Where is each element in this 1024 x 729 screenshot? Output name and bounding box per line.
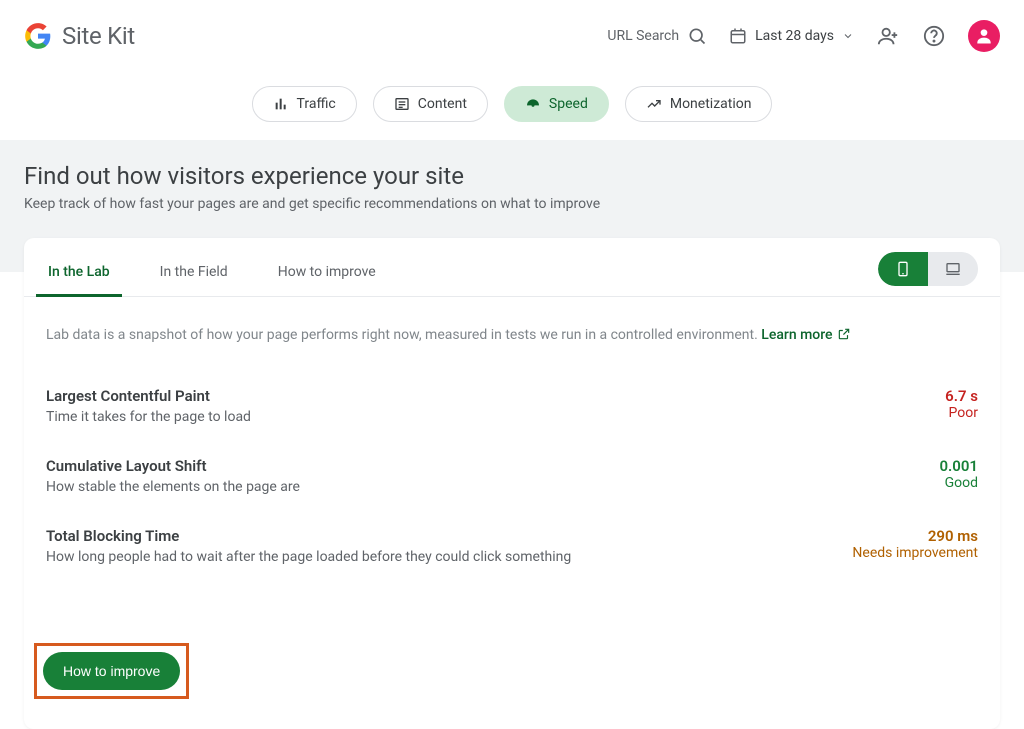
device-toggle	[878, 252, 978, 286]
metric-lcp: Largest Contentful Paint Time it takes f…	[46, 367, 978, 437]
user-icon	[974, 26, 994, 46]
content-icon	[394, 96, 410, 112]
metric-tbt-rating: Needs improvement	[852, 545, 978, 561]
metric-tbt-title: Total Blocking Time	[46, 527, 571, 545]
nav-speed[interactable]: Speed	[504, 86, 609, 122]
metric-lcp-value: 6.7 s	[945, 387, 978, 405]
metric-lcp-sub: Time it takes for the page to load	[46, 409, 251, 425]
mobile-icon	[895, 259, 911, 279]
metric-cls: Cumulative Layout Shift How stable the e…	[46, 437, 978, 507]
date-range-picker[interactable]: Last 28 days	[729, 27, 854, 45]
nav-content[interactable]: Content	[373, 86, 488, 122]
user-avatar[interactable]	[968, 20, 1000, 52]
metric-lcp-rating: Poor	[945, 405, 978, 421]
tab-in-the-lab[interactable]: In the Lab	[46, 252, 112, 296]
speed-icon	[525, 96, 541, 112]
metric-lcp-title: Largest Contentful Paint	[46, 387, 251, 405]
trend-icon	[646, 96, 662, 112]
app-header: Site Kit URL Search Last 28 days	[0, 0, 1024, 72]
card-tabs-row: In the Lab In the Field How to improve	[24, 238, 1000, 297]
desktop-icon	[943, 261, 963, 277]
brand-text: Site Kit	[62, 22, 135, 50]
tab-how-to-improve[interactable]: How to improve	[276, 252, 378, 296]
google-g-logo-icon	[24, 22, 52, 50]
lab-description-text: Lab data is a snapshot of how your page …	[46, 327, 761, 343]
url-search-label: URL Search	[607, 28, 679, 44]
speed-card: In the Lab In the Field How to improve L…	[24, 238, 1000, 729]
nav-speed-label: Speed	[549, 96, 588, 112]
date-range-label: Last 28 days	[755, 28, 834, 44]
how-to-improve-button[interactable]: How to improve	[43, 652, 180, 690]
how-to-improve-highlight: How to improve	[34, 643, 189, 699]
calendar-icon	[729, 27, 747, 45]
nav-content-label: Content	[418, 96, 467, 112]
metric-cls-title: Cumulative Layout Shift	[46, 457, 300, 475]
external-link-icon	[837, 327, 851, 341]
category-nav: Traffic Content Speed Monetization	[0, 72, 1024, 140]
device-desktop[interactable]	[928, 252, 978, 286]
url-search-button[interactable]: URL Search	[607, 26, 707, 46]
nav-traffic[interactable]: Traffic	[252, 86, 357, 122]
metric-cls-value: 0.001	[939, 457, 978, 475]
learn-more-link[interactable]: Learn more	[761, 327, 850, 343]
metric-tbt-sub: How long people had to wait after the pa…	[46, 549, 571, 565]
help-button[interactable]	[922, 24, 946, 48]
metric-tbt: Total Blocking Time How long people had …	[46, 507, 978, 577]
lab-description: Lab data is a snapshot of how your page …	[24, 297, 1000, 353]
metric-tbt-value: 290 ms	[852, 527, 978, 545]
add-user-button[interactable]	[876, 24, 900, 48]
person-add-icon	[877, 25, 899, 47]
nav-traffic-label: Traffic	[297, 96, 336, 112]
page-title: Find out how visitors experience your si…	[24, 162, 1000, 190]
help-icon	[923, 25, 945, 47]
device-mobile[interactable]	[878, 252, 928, 286]
tab-in-the-field[interactable]: In the Field	[158, 252, 230, 296]
nav-monetization[interactable]: Monetization	[625, 86, 773, 122]
page-subtitle: Keep track of how fast your pages are an…	[24, 196, 1000, 212]
metric-cls-sub: How stable the elements on the page are	[46, 479, 300, 495]
search-icon	[687, 26, 707, 46]
metrics-list: Largest Contentful Paint Time it takes f…	[24, 353, 1000, 577]
metric-tabs: In the Lab In the Field How to improve	[46, 252, 378, 296]
nav-monetization-label: Monetization	[670, 96, 752, 112]
bar-chart-icon	[273, 96, 289, 112]
chevron-down-icon	[842, 30, 854, 42]
metric-cls-rating: Good	[939, 475, 978, 491]
brand: Site Kit	[24, 22, 135, 50]
header-actions: URL Search Last 28 days	[607, 20, 1000, 52]
